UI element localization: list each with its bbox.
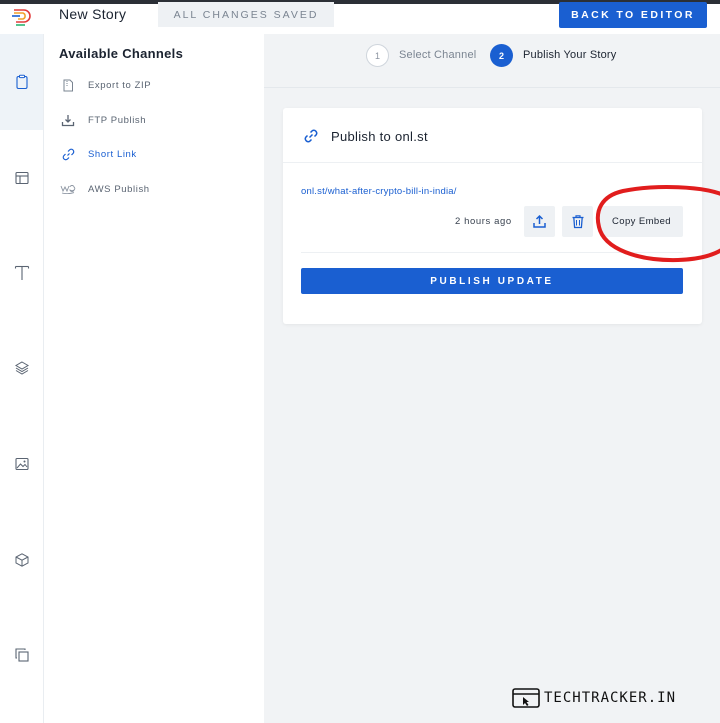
zip-file-icon [60,77,76,93]
rail-item-layout[interactable] [0,158,43,198]
publish-update-button[interactable]: PUBLISH UPDATE [301,268,683,294]
card-title: Publish to onl.st [331,129,428,144]
card-header: Publish to onl.st [283,108,702,163]
rail-item-media[interactable] [0,444,43,484]
copy-icon [14,648,29,662]
channels-panel: Available Channels Export to ZIP FTP Pub… [44,34,264,723]
short-link-url[interactable]: onl.st/what-after-crypto-bill-in-india/ [301,186,457,197]
back-to-editor-button[interactable]: BACK TO EDITOR [559,2,707,28]
layout-icon [14,171,29,185]
step-2-label: Publish Your Story [523,49,617,61]
cursor-window-icon [512,688,540,708]
rail-item-duplicate[interactable] [0,635,43,675]
channel-label: FTP Publish [88,114,147,126]
channel-label: AWS Publish [88,183,150,195]
step-1-label[interactable]: Select Channel [399,49,476,61]
aws-icon [60,181,76,197]
step-2-number: 2 [490,44,513,67]
upload-icon [533,214,546,228]
app-logo-icon[interactable] [10,4,34,28]
rail-item-layers[interactable] [0,348,43,388]
delete-button[interactable] [562,206,593,237]
link-icon [304,129,318,143]
rail-item-publish[interactable] [0,34,43,130]
tool-rail [0,34,44,723]
annotation-circle [595,185,720,263]
watermark: TECHTRACKER.IN [512,686,676,710]
rail-item-text[interactable] [0,253,43,293]
layers-icon [14,361,29,375]
clipboard-icon [15,74,28,90]
trash-icon [572,215,583,229]
channel-export-zip[interactable]: Export to ZIP [60,75,151,95]
channel-aws-publish[interactable]: AWS Publish [60,179,150,199]
text-icon [14,265,29,280]
channel-short-link[interactable]: Short Link [60,144,137,164]
step-indicator: 1 Select Channel 2 Publish Your Story [264,34,720,88]
link-icon [60,146,76,162]
watermark-text: TECHTRACKER.IN [544,690,677,706]
story-title[interactable]: New Story [59,6,126,22]
rail-item-objects[interactable] [0,540,43,580]
cube-icon [15,553,28,567]
republish-button[interactable] [524,206,555,237]
channels-heading: Available Channels [59,46,184,61]
published-time: 2 hours ago [455,216,512,227]
publish-area: 1 Select Channel 2 Publish Your Story Pu… [264,34,720,723]
channel-label: Short Link [88,148,137,160]
step-1-number[interactable]: 1 [366,44,389,67]
image-icon [14,457,29,471]
channel-ftp-publish[interactable]: FTP Publish [60,110,146,130]
top-bar: New Story ALL CHANGES SAVED BACK TO EDIT… [0,0,720,34]
save-status-badge: ALL CHANGES SAVED [158,2,334,27]
channel-label: Export to ZIP [88,79,152,91]
ftp-upload-icon [60,112,76,128]
